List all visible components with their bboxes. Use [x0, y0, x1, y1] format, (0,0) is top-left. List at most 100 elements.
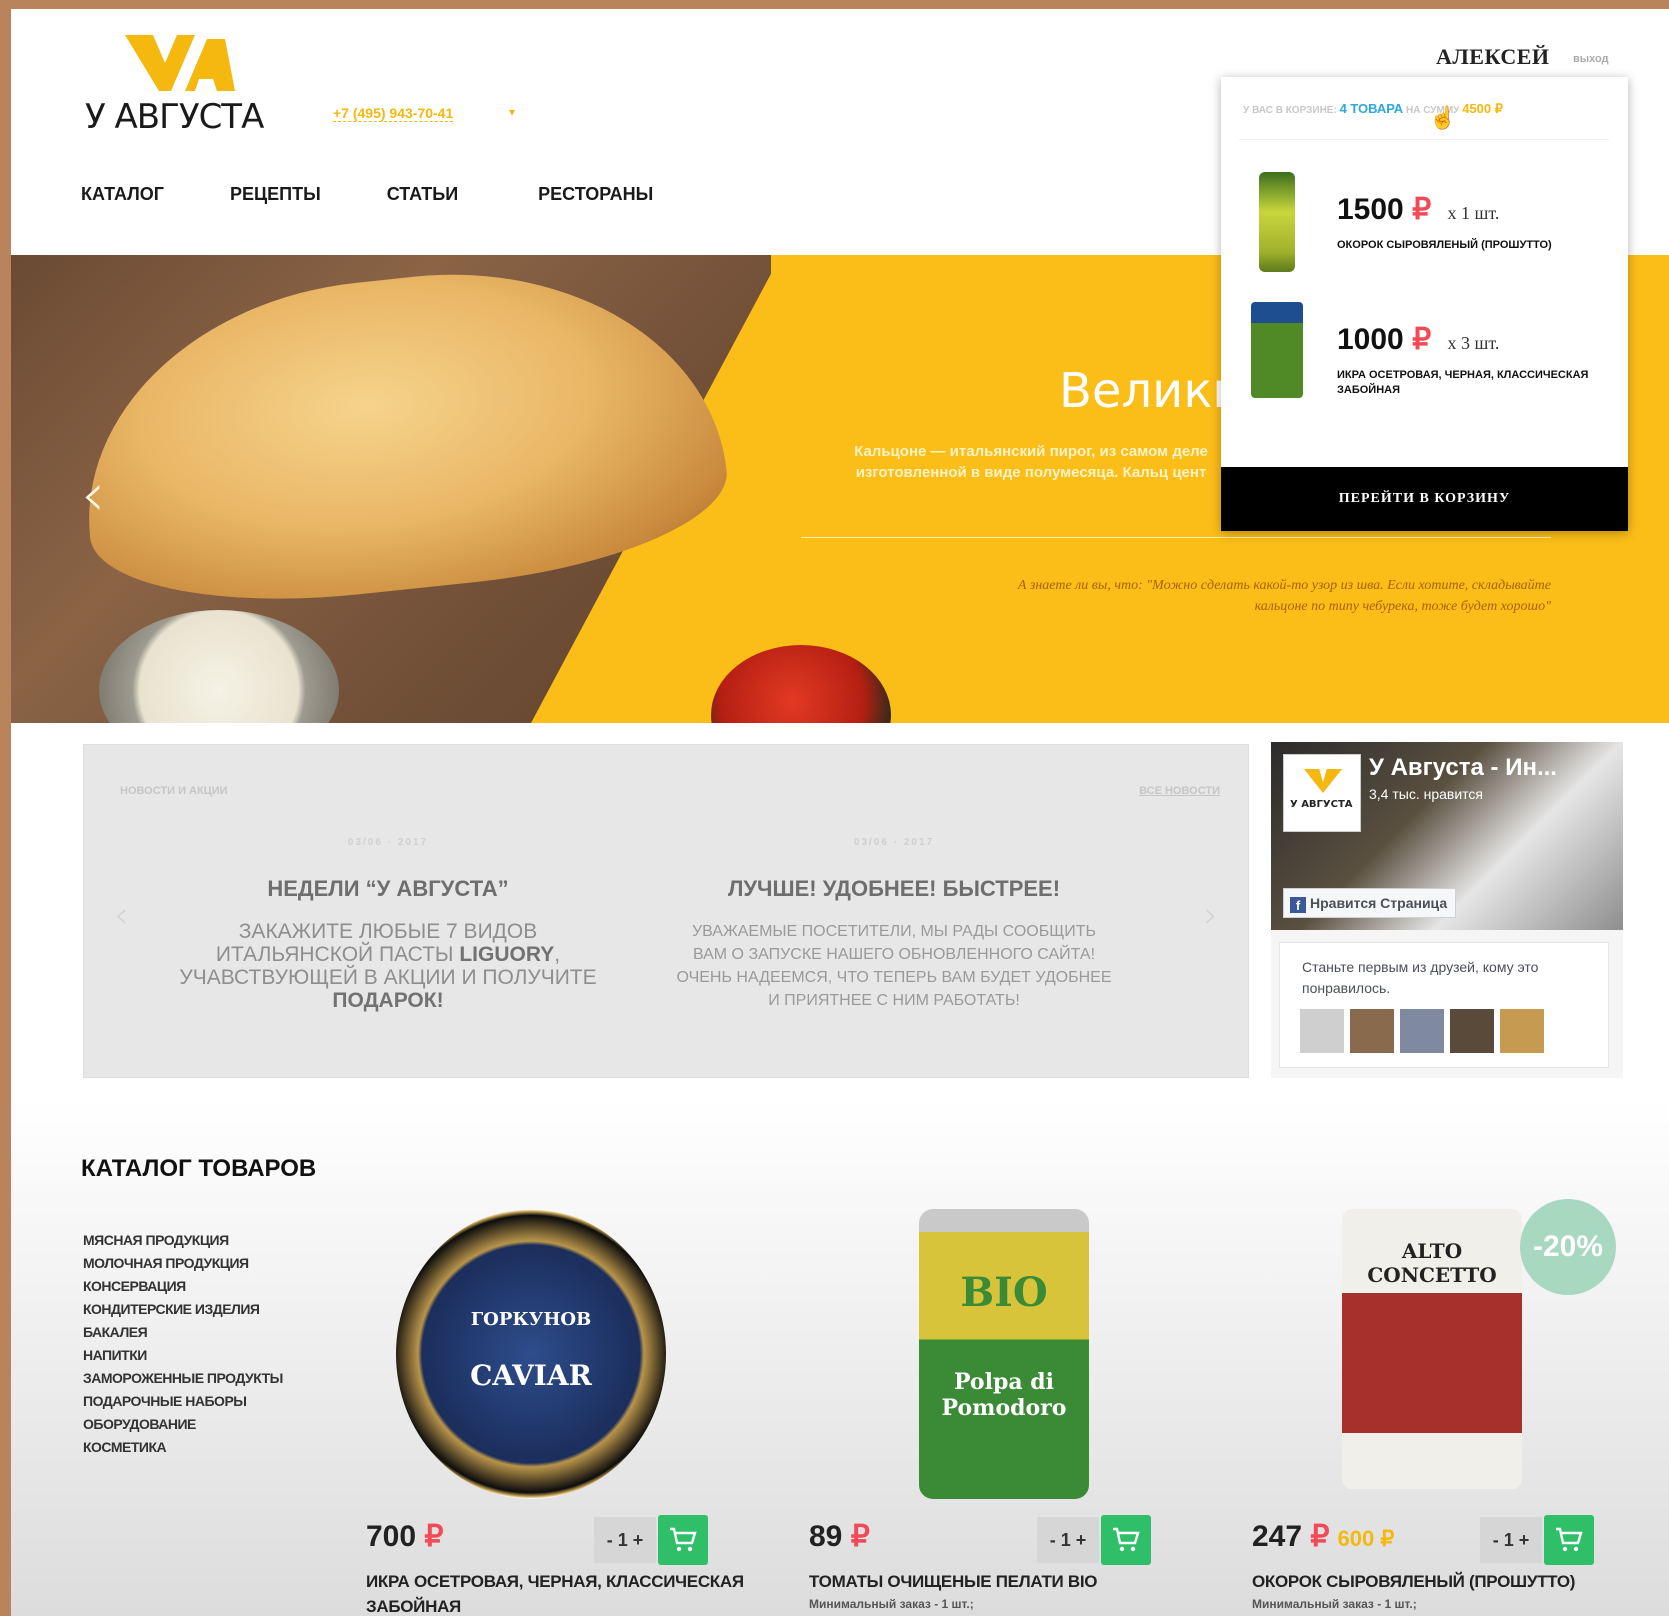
product-price: 247 ₽600 ₽: [1252, 1519, 1394, 1554]
nav-restaurants[interactable]: РЕСТОРАНЫ: [538, 184, 653, 205]
cart-summary-prefix: У ВАС В КОРЗИНЕ:: [1243, 105, 1337, 116]
facebook-likes-count: 3,4 тыс. нравится: [1369, 786, 1484, 802]
product-label-text: CAVIAR: [470, 1359, 592, 1392]
news-item[interactable]: 03/06 · 2017 ЛУЧШЕ! УДОБНЕЕ! БЫСТРЕЕ! УВ…: [674, 837, 1114, 1012]
cart-item: 1500 ₽ x 1 шт. ОКОРОК СЫРОВЯЛЕНЫЙ (ПРОШУ…: [1221, 172, 1628, 292]
user-name[interactable]: АЛЕКСЕЙ: [1436, 44, 1550, 70]
hero-divider: [801, 537, 1551, 538]
logo-mark-icon: [125, 35, 235, 91]
category-link[interactable]: КОНДИТЕРСКИЕ ИЗДЕЛИЯ: [83, 1298, 283, 1321]
category-link[interactable]: КОСМЕТИКА: [83, 1436, 283, 1459]
cart-item-name[interactable]: ОКОРОК СЫРОВЯЛЕНЫЙ (ПРОШУТТО): [1337, 238, 1607, 253]
add-to-cart-button[interactable]: [1101, 1515, 1151, 1565]
site-logo[interactable]: У АВГУСТА: [85, 35, 285, 145]
product-label-text: ALTO CONCETTO: [1367, 1239, 1497, 1287]
product-old-price: 600 ₽: [1337, 1526, 1395, 1551]
hero-title: Велики: [1059, 363, 1244, 419]
news-item[interactable]: 03/06 · 2017 НЕДЕЛИ “У АВГУСТА” ЗАКАЖИТЕ…: [168, 837, 608, 1012]
category-link[interactable]: ОБОРУДОВАНИЕ: [83, 1413, 283, 1436]
hero-text: Кальцоне — итальянский пирог, из самом д…: [854, 443, 1208, 481]
add-to-cart-button[interactable]: [658, 1515, 708, 1565]
facebook-like-button[interactable]: f Нравится Страница: [1283, 888, 1457, 918]
avatar[interactable]: [1300, 1009, 1344, 1053]
news-title[interactable]: ЛУЧШЕ! УДОБНЕЕ! БЫСТРЕЕ!: [674, 876, 1114, 902]
hero-tomato-image: [711, 645, 891, 723]
all-news-link[interactable]: ВСЕ НОВОСТИ: [1139, 785, 1220, 797]
ruble-icon: ₽: [1412, 323, 1432, 356]
go-to-cart-button[interactable]: ПЕРЕЙТИ В КОРЗИНУ: [1221, 467, 1628, 531]
quantity-stepper[interactable]: - 1 +: [594, 1517, 656, 1563]
product-price: 700 ₽: [366, 1519, 444, 1554]
avatar[interactable]: [1400, 1009, 1444, 1053]
facebook-like-label: Нравится Страница: [1310, 895, 1448, 911]
category-link[interactable]: НАПИТКИ: [83, 1344, 283, 1367]
quantity-stepper[interactable]: - 1 +: [1037, 1517, 1099, 1563]
hand-cursor-icon: ☝: [1429, 105, 1457, 130]
cart-popup: У ВАС В КОРЗИНЕ: 4 ТОВАРА НА СУММУ 4500 …: [1221, 77, 1628, 531]
cart-icon: [670, 1527, 697, 1552]
product-price: 89 ₽: [809, 1519, 870, 1554]
product-label-text: BIO: [960, 1269, 1048, 1316]
category-link[interactable]: МЯСНАЯ ПРОДУКЦИЯ: [83, 1229, 283, 1252]
category-link[interactable]: КОНСЕРВАЦИЯ: [83, 1275, 283, 1298]
cart-total: 4500 ₽: [1462, 101, 1503, 116]
cart-icon: [1556, 1527, 1583, 1552]
category-link[interactable]: БАКАЛЕЯ: [83, 1321, 283, 1344]
product-name[interactable]: ОКОРОК СЫРОВЯЛЕНЫЙ (ПРОШУТТО): [1252, 1569, 1632, 1594]
news-date: 03/06 · 2017: [347, 837, 429, 848]
nav-articles[interactable]: СТАТЬИ: [387, 184, 458, 205]
nav-catalog[interactable]: КАТАЛОГ: [81, 184, 164, 205]
cart-count-link[interactable]: 4 ТОВАРА: [1340, 101, 1404, 116]
facebook-logo-text: У АВГУСТА: [1290, 799, 1353, 810]
news-heading: НОВОСТИ И АКЦИИ: [120, 785, 228, 797]
main-nav: КАТАЛОГ РЕЦЕПТЫ СТАТЬИ РЕСТОРАНЫ: [81, 184, 719, 205]
facebook-friends-text: Станьте первым из друзей, кому это понра…: [1302, 959, 1539, 996]
phone-link[interactable]: +7 (495) 943-70-41: [333, 105, 454, 122]
add-to-cart-button[interactable]: [1544, 1515, 1594, 1565]
product-name[interactable]: ТОМАТЫ ОЧИЩЕНЫЕ ПЕЛАТИ BIO: [809, 1569, 1189, 1594]
cart-item-price: 1500 ₽ x 1 шт.: [1337, 192, 1499, 227]
news-next-arrow-icon[interactable]: ›: [1204, 895, 1218, 936]
cart-summary: У ВАС В КОРЗИНЕ: 4 ТОВАРА НА СУММУ 4500 …: [1243, 101, 1503, 117]
news-title[interactable]: НЕДЕЛИ “У АВГУСТА”: [168, 876, 608, 902]
facebook-page-title[interactable]: У Августа - Ин...: [1369, 754, 1557, 782]
product-image[interactable]: ГОРКУНОВ CAVIAR: [396, 1209, 666, 1499]
avatar[interactable]: [1450, 1009, 1494, 1053]
nav-recipes[interactable]: РЕЦЕПТЫ: [230, 184, 321, 205]
ruble-icon: ₽: [850, 1520, 870, 1553]
product-min-order: Минимальный заказ - 1 шт.;: [809, 1597, 974, 1611]
quantity-stepper[interactable]: - 1 +: [1480, 1517, 1542, 1563]
logo-mark-icon: [1304, 769, 1342, 793]
cart-item-name[interactable]: ИКРА ОСЕТРОВАЯ, ЧЕРНАЯ, КЛАССИЧЕСКАЯ ЗАБ…: [1337, 368, 1607, 398]
product-price-value: 89: [809, 1520, 843, 1553]
product-card: ALTO CONCETTO -20% 247 ₽600 ₽ - 1 + ОКОР…: [1252, 1199, 1642, 1616]
news-text: ЗАКАЖИТЕ ЛЮБЫЕ 7 ВИДОВ ИТАЛЬЯНСКОЙ ПАСТЫ…: [179, 920, 597, 1012]
avatar[interactable]: [1500, 1009, 1544, 1053]
cart-item-qty: x 3 шт.: [1447, 333, 1500, 353]
product-name[interactable]: ИКРА ОСЕТРОВАЯ, ЧЕРНАЯ, КЛАССИЧЕСКАЯ ЗАБ…: [366, 1569, 746, 1616]
product-price-value: 700: [366, 1520, 417, 1553]
phone-dropdown-icon[interactable]: ▾: [509, 105, 515, 119]
product-image[interactable]: ALTO CONCETTO: [1342, 1209, 1522, 1489]
cart-icon: [1113, 1527, 1140, 1552]
product-price-value: 247: [1252, 1520, 1303, 1553]
product-image[interactable]: BIO Polpa di Pomodoro: [919, 1209, 1089, 1499]
cart-item-image[interactable]: [1251, 302, 1303, 398]
logo-text: У АВГУСТА: [85, 97, 264, 137]
catalog-category-list: МЯСНАЯ ПРОДУКЦИЯ МОЛОЧНАЯ ПРОДУКЦИЯ КОНС…: [83, 1229, 283, 1459]
product-label-text: ГОРКУНОВ: [470, 1309, 592, 1330]
category-link[interactable]: ЗАМОРОЖЕННЫЕ ПРОДУКТЫ: [83, 1367, 283, 1390]
category-link[interactable]: МОЛОЧНАЯ ПРОДУКЦИЯ: [83, 1252, 283, 1275]
ruble-icon: ₽: [1310, 1520, 1330, 1553]
news-date: 03/06 · 2017: [853, 837, 935, 848]
category-link[interactable]: ПОДАРОЧНЫЕ НАБОРЫ: [83, 1390, 283, 1413]
facebook-friend-avatars: [1300, 1009, 1550, 1053]
cart-item-image[interactable]: [1259, 172, 1295, 272]
facebook-page-logo[interactable]: У АВГУСТА: [1283, 754, 1361, 832]
news-prev-arrow-icon[interactable]: ‹: [114, 895, 128, 936]
hero-prev-arrow-icon[interactable]: ‹: [81, 460, 105, 530]
logout-link[interactable]: выход: [1573, 53, 1609, 65]
cart-item: 1000 ₽ x 3 шт. ИКРА ОСЕТРОВАЯ, ЧЕРНАЯ, К…: [1221, 302, 1628, 422]
avatar[interactable]: [1350, 1009, 1394, 1053]
hero-quote: А знаете ли вы, что: "Можно сделать како…: [1017, 578, 1551, 614]
